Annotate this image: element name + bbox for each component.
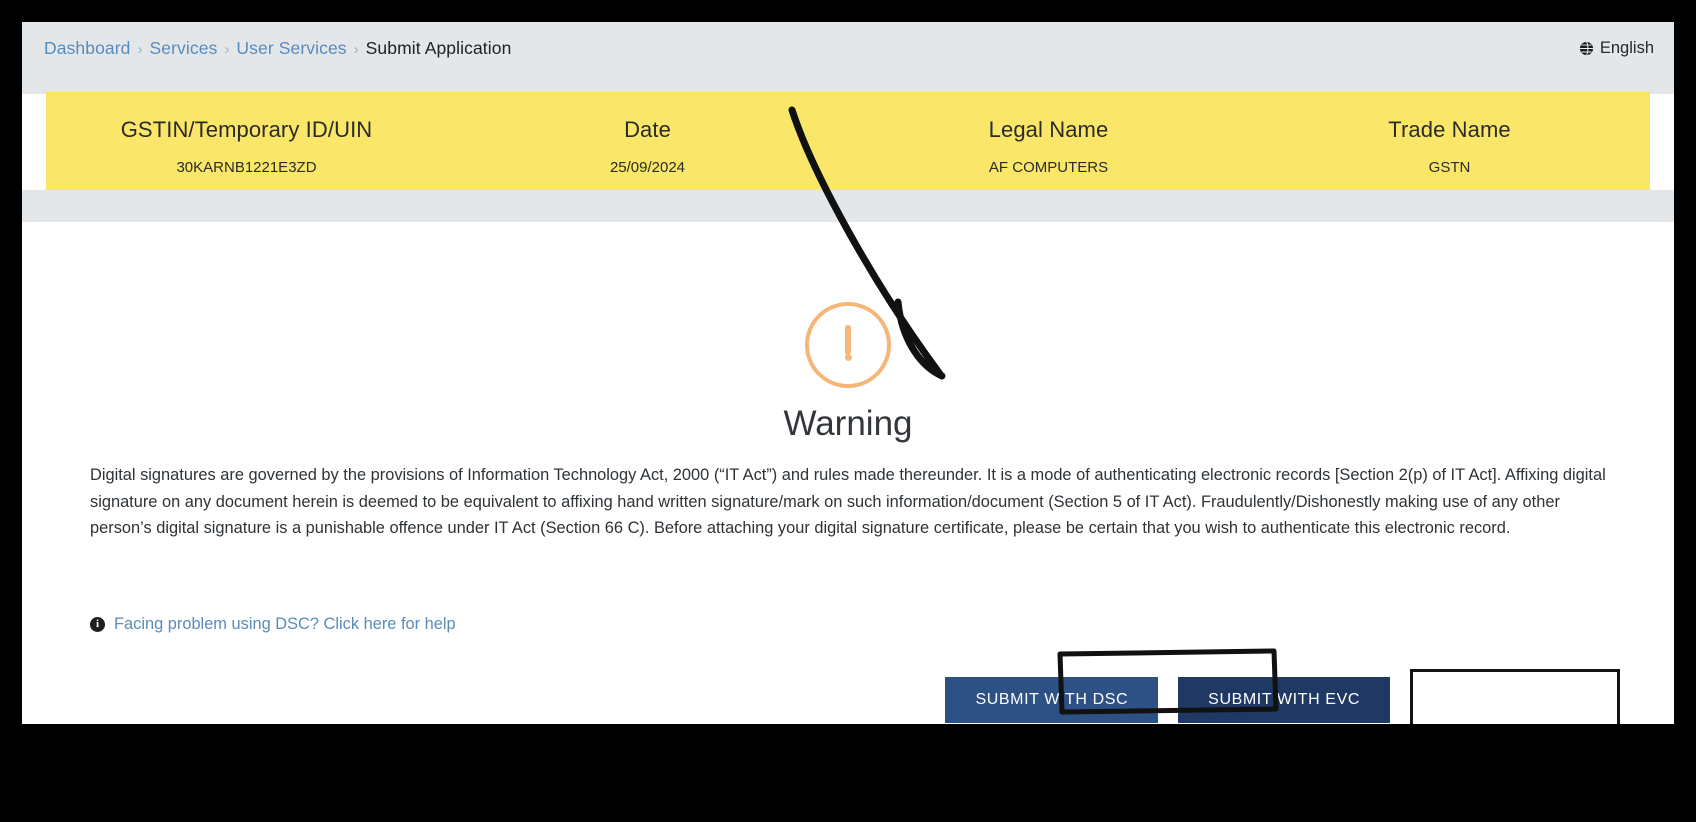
warning-body-text: Digital signatures are governed by the p… [90, 466, 1606, 537]
exclamation-circle-icon [805, 302, 891, 388]
band-value-date: 25/09/2024 [609, 158, 686, 176]
band-header-trade-name: Trade Name [1388, 116, 1511, 142]
blank-annotation-box [1410, 669, 1620, 724]
band-column-gstin: GSTIN/Temporary ID/UIN 30KARNB1221E3ZD [46, 107, 447, 176]
info-icon: i [90, 617, 105, 632]
screenshot-root: Dashboard › Services › User Services › S… [0, 0, 1696, 822]
breadcrumb-item-services[interactable]: Services [150, 38, 218, 59]
breadcrumb-separator: › [353, 40, 359, 58]
submit-with-evc-button[interactable]: SUBMIT WITH EVC [1178, 677, 1390, 723]
taxpayer-info-band: GSTIN/Temporary ID/UIN 30KARNB1221E3ZD D… [46, 92, 1650, 190]
breadcrumb-separator: › [224, 40, 230, 58]
band-value-legal-name: AF COMPUTERS [988, 158, 1109, 176]
band-header-legal-name: Legal Name [988, 116, 1109, 142]
warning-title: Warning [783, 404, 913, 443]
band-value-trade-name: GSTN [1428, 158, 1471, 176]
exclamation-dot [844, 353, 852, 361]
language-label: English [1599, 38, 1654, 57]
language-selector[interactable]: English [1579, 39, 1664, 58]
band-top-spacer [22, 74, 1674, 94]
band-bottom-spacer [22, 190, 1674, 222]
dsc-help-link[interactable]: Facing problem using DSC? Click here for… [114, 615, 456, 634]
band-column-trade-name: Trade Name GSTN [1249, 107, 1650, 176]
exclamation-stem [845, 325, 851, 355]
breadcrumb-item-submit-application: Submit Application [365, 37, 512, 58]
action-button-row: SUBMIT WITH DSC SUBMIT WITH EVC [46, 669, 1650, 724]
warning-card: Warning Digital signatures are governed … [46, 222, 1650, 724]
breadcrumb-item-dashboard[interactable]: Dashboard [44, 38, 131, 59]
top-bar: Dashboard › Services › User Services › S… [22, 22, 1674, 74]
gst-portal-page: Dashboard › Services › User Services › S… [22, 22, 1674, 724]
breadcrumb-item-user-services[interactable]: User Services [236, 38, 346, 59]
breadcrumb: Dashboard › Services › User Services › S… [44, 38, 1579, 59]
band-value-gstin: 30KARNB1221E3ZD [176, 158, 317, 176]
warning-icon-wrap [46, 302, 1650, 388]
breadcrumb-separator: › [137, 40, 143, 58]
band-column-legal-name: Legal Name AF COMPUTERS [848, 107, 1249, 176]
band-header-gstin: GSTIN/Temporary ID/UIN [120, 116, 373, 142]
globe-icon [1579, 41, 1593, 55]
band-column-date: Date 25/09/2024 [447, 107, 848, 176]
submit-with-dsc-button[interactable]: SUBMIT WITH DSC [945, 677, 1159, 723]
band-header-date: Date [624, 116, 671, 142]
dsc-help-link-row[interactable]: i Facing problem using DSC? Click here f… [90, 615, 456, 634]
